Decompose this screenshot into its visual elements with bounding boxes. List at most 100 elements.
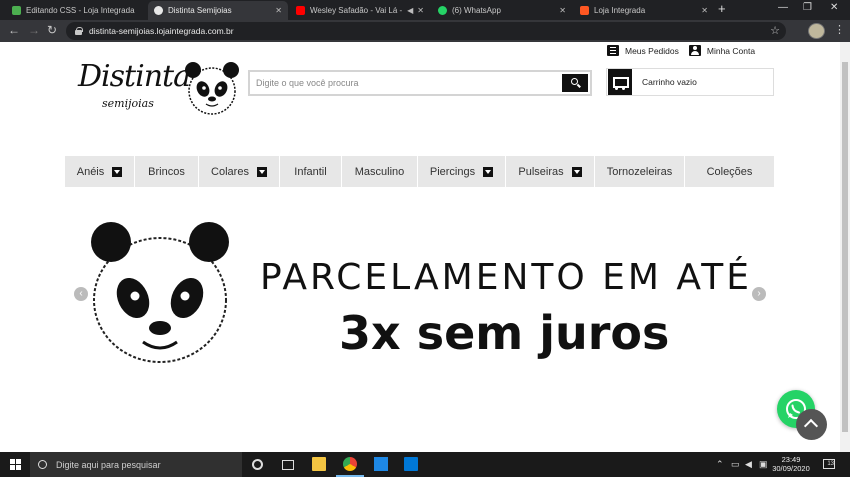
profile-avatar[interactable] bbox=[808, 23, 825, 39]
menu-item-piercings[interactable]: Piercings bbox=[418, 156, 506, 187]
tab-title: Loja Integrada bbox=[594, 6, 646, 15]
taskbar-search-placeholder: Digite aqui para pesquisar bbox=[56, 459, 161, 470]
store-icon[interactable] bbox=[374, 457, 388, 471]
search-input[interactable] bbox=[253, 74, 561, 92]
notification-center-icon[interactable]: 13 bbox=[823, 459, 835, 469]
tray-chevron-icon[interactable]: ⌃ bbox=[716, 459, 724, 470]
search-icon bbox=[38, 460, 47, 469]
page-viewport: Meus Pedidos Minha Conta Distinta semijo… bbox=[0, 42, 840, 452]
system-clock[interactable]: 23:49 30/09/2020 bbox=[772, 455, 810, 473]
tray-volume-icon[interactable]: ◀ bbox=[745, 459, 752, 470]
tab-distinta-semijoias[interactable]: Distinta Semijoias ✕ bbox=[148, 1, 288, 20]
tab-bar: Editando CSS - Loja Integrada Distinta S… bbox=[0, 0, 850, 20]
menu-item-label: Infantil bbox=[294, 165, 327, 178]
close-window-icon[interactable]: ✕ bbox=[830, 2, 838, 13]
minimize-icon[interactable]: — bbox=[778, 2, 788, 13]
tab-editando-css[interactable]: Editando CSS - Loja Integrada bbox=[6, 1, 146, 20]
new-tab-button[interactable]: + bbox=[718, 2, 726, 16]
menu-item-label: Colares bbox=[211, 165, 249, 178]
url-text: distinta-semijoias.lojaintegrada.com.br bbox=[89, 26, 234, 36]
restore-icon[interactable]: ❐ bbox=[803, 2, 812, 13]
tab-title: (6) WhatsApp bbox=[452, 6, 501, 15]
my-account-link[interactable]: Minha Conta bbox=[688, 45, 756, 56]
speaker-icon: ◀ bbox=[407, 6, 414, 15]
chevron-down-icon bbox=[112, 166, 123, 177]
menu-item-label: Coleções bbox=[706, 165, 753, 178]
whatsapp-favicon-icon bbox=[438, 6, 447, 15]
menu-item-label: Pulseiras bbox=[518, 165, 564, 178]
tab-title: Editando CSS - Loja Integrada bbox=[26, 6, 135, 15]
file-explorer-icon[interactable] bbox=[312, 457, 326, 471]
close-tab-icon[interactable]: ✕ bbox=[559, 6, 566, 15]
browser-toolbar: ← → ↻ distinta-semijoias.lojaintegrada.c… bbox=[0, 20, 850, 42]
loja-integrada-favicon-icon bbox=[12, 6, 21, 15]
menu-item-label: Tornozeleiras bbox=[606, 165, 673, 178]
menu-item-aneis[interactable]: Anéis bbox=[65, 156, 135, 187]
menu-item-colares[interactable]: Colares bbox=[199, 156, 280, 187]
lock-icon bbox=[75, 27, 83, 35]
my-account-label: Minha Conta bbox=[706, 45, 756, 56]
search-box bbox=[248, 70, 592, 96]
tab-youtube[interactable]: Wesley Safadão - Vai Lá - ◀ ✕ bbox=[290, 1, 430, 20]
close-tab-icon[interactable]: ✕ bbox=[701, 6, 708, 15]
tray-network-icon[interactable]: ▣ bbox=[759, 459, 768, 470]
close-tab-icon[interactable]: ✕ bbox=[275, 6, 282, 15]
my-orders-label: Meus Pedidos bbox=[625, 45, 679, 56]
user-icon bbox=[688, 45, 701, 56]
clock-time: 23:49 bbox=[781, 455, 801, 464]
bookmark-star-icon[interactable]: ☆ bbox=[770, 24, 780, 37]
top-links: Meus Pedidos Minha Conta bbox=[607, 45, 765, 56]
menu-item-label: Anéis bbox=[76, 165, 105, 178]
windows-start-icon[interactable] bbox=[10, 459, 21, 470]
taskbar-search[interactable]: Digite aqui para pesquisar bbox=[30, 452, 242, 477]
cart-widget[interactable]: Carrinho vazio bbox=[606, 68, 774, 96]
panda-favicon-icon bbox=[154, 6, 163, 15]
chrome-icon[interactable] bbox=[343, 457, 357, 471]
logo-subtitle: semijoias bbox=[102, 97, 154, 110]
banner-headline: PARCELAMENTO EM ATÉ bbox=[260, 257, 752, 298]
tab-title: Wesley Safadão - Vai Lá - bbox=[310, 6, 403, 15]
menu-item-infantil[interactable]: Infantil bbox=[280, 156, 342, 187]
reload-icon[interactable]: ↻ bbox=[47, 23, 57, 37]
search-icon bbox=[571, 78, 578, 85]
back-to-top-button[interactable] bbox=[796, 409, 827, 440]
task-view-icon[interactable] bbox=[282, 460, 294, 470]
my-orders-link[interactable]: Meus Pedidos bbox=[607, 45, 679, 56]
banner-panda-image bbox=[91, 222, 229, 363]
list-icon bbox=[607, 45, 619, 56]
carousel-next-button[interactable]: › bbox=[752, 287, 766, 301]
back-icon[interactable]: ← bbox=[8, 23, 20, 37]
address-bar[interactable]: distinta-semijoias.lojaintegrada.com.br … bbox=[66, 22, 786, 40]
clock-date: 30/09/2020 bbox=[772, 464, 810, 473]
carousel-prev-button[interactable]: ‹ bbox=[74, 287, 88, 301]
tab-whatsapp[interactable]: (6) WhatsApp ✕ bbox=[432, 1, 572, 20]
chevron-down-icon bbox=[256, 166, 267, 177]
cart-label: Carrinho vazio bbox=[642, 77, 697, 87]
mail-icon[interactable] bbox=[404, 457, 418, 471]
chevron-down-icon bbox=[571, 166, 582, 177]
category-menu: Anéis Brincos Colares Infantil Masculino… bbox=[65, 156, 774, 187]
menu-item-label: Masculino bbox=[354, 165, 405, 178]
menu-item-pulseiras[interactable]: Pulseiras bbox=[506, 156, 595, 187]
tray-battery-icon[interactable]: ▭ bbox=[731, 459, 740, 470]
menu-item-tornozeleiras[interactable]: Tornozeleiras bbox=[595, 156, 685, 187]
notification-count: 13 bbox=[827, 461, 834, 467]
taskbar: Digite aqui para pesquisar ⌃ ▭ ◀ ▣ 23:49… bbox=[0, 452, 850, 477]
close-tab-icon[interactable]: ✕ bbox=[417, 6, 424, 15]
logo-name: Distinta bbox=[78, 59, 191, 94]
menu-item-brincos[interactable]: Brincos bbox=[135, 156, 199, 187]
cortana-icon[interactable] bbox=[252, 459, 263, 470]
tab-title: Distinta Semijoias bbox=[168, 6, 232, 15]
chevron-down-icon bbox=[483, 166, 494, 177]
forward-icon[interactable]: → bbox=[28, 23, 40, 37]
search-button[interactable] bbox=[562, 74, 588, 92]
tab-loja-integrada[interactable]: Loja Integrada ✕ bbox=[574, 1, 714, 20]
youtube-favicon-icon bbox=[296, 6, 305, 15]
banner-subheadline: 3x sem juros bbox=[339, 306, 670, 360]
menu-kebab-icon[interactable]: ⋮ bbox=[834, 24, 845, 36]
menu-item-colecoes[interactable]: Coleções bbox=[685, 156, 774, 187]
loja-integrada-favicon-icon bbox=[580, 6, 589, 15]
menu-item-masculino[interactable]: Masculino bbox=[342, 156, 418, 187]
site-logo[interactable]: Distinta semijoias bbox=[78, 57, 243, 122]
scrollbar-thumb[interactable] bbox=[842, 62, 848, 432]
